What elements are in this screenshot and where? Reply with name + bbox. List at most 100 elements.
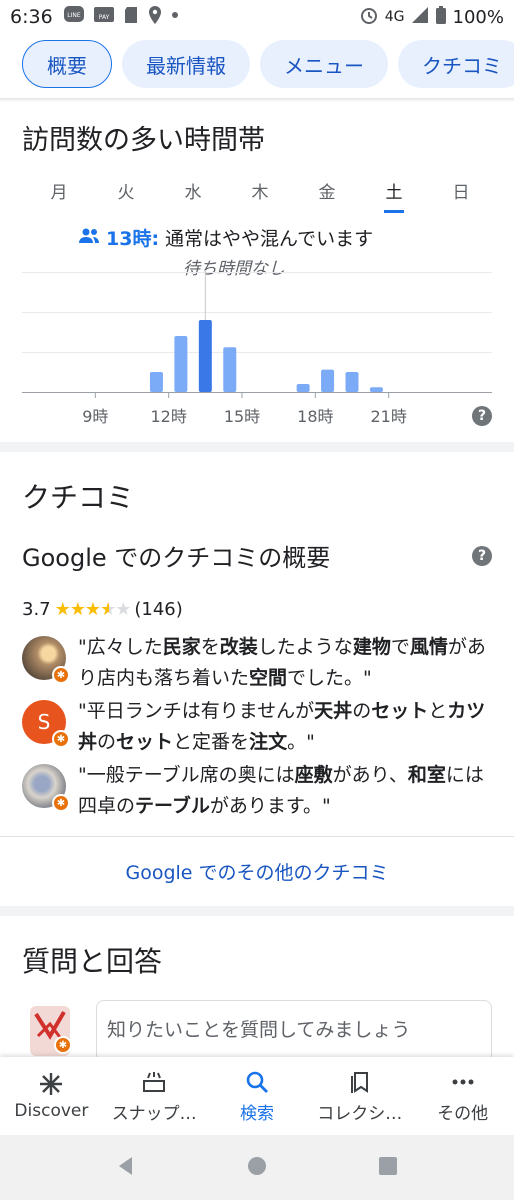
chart-tick-label: 18時: [297, 407, 333, 426]
day-sat[interactable]: 土: [379, 178, 409, 213]
nav-collections[interactable]: コレクシ…: [312, 1069, 408, 1124]
svg-text:LINE: LINE: [67, 12, 81, 19]
nav-label: その他: [437, 1103, 489, 1124]
live-busyness: 13時: 通常はやや混んでいます: [78, 224, 373, 251]
back-icon[interactable]: [115, 1155, 137, 1181]
popular-times-title: 訪問数の多い時間帯: [22, 125, 265, 156]
question-input[interactable]: 知りたいことを質問してみましょう: [96, 1000, 492, 1062]
qa-title: 質問と回答: [22, 945, 163, 978]
reviewer-avatar: ✱: [22, 764, 70, 812]
recents-icon[interactable]: [377, 1155, 399, 1181]
status-bar: 6:36 LINE PAY 4G 100%: [0, 0, 514, 34]
battery-level: 100%: [452, 6, 504, 28]
notification-icons: LINE PAY: [63, 5, 179, 30]
reviews-overview-title: Google でのクチコミの概要: [22, 544, 331, 572]
more-reviews-link[interactable]: Google でのその他のクチコミ: [0, 858, 514, 885]
location-icon: [147, 5, 163, 30]
chart-bar: [345, 372, 359, 392]
user-avatar: ✱: [30, 1006, 70, 1056]
star-half-icon: ★: [100, 599, 116, 620]
star-icon: ★: [69, 599, 86, 620]
star-empty-icon: ★: [115, 599, 131, 620]
rating-value: 3.7: [22, 599, 51, 620]
chart-bar: [174, 336, 188, 392]
section-tabs: 概要 最新情報 メニュー クチコミ: [0, 40, 514, 96]
day-mon[interactable]: 月: [44, 178, 74, 203]
chart-tick-label: 21時: [370, 407, 406, 426]
nav-search[interactable]: 検索: [209, 1069, 305, 1124]
section-divider-2: [0, 906, 514, 916]
day-wed[interactable]: 水: [178, 178, 208, 203]
local-guide-badge-icon: ✱: [52, 666, 70, 684]
review-count[interactable]: (146): [134, 599, 182, 620]
pay-icon: PAY: [93, 5, 115, 30]
snapshot-icon: [141, 1069, 167, 1097]
signal-icon: [411, 6, 429, 29]
review-snippet-2[interactable]: S ✱ "平日ランチは有りませんが天丼のセットとカツ丼のセットと定番を注文。": [22, 696, 502, 758]
avatar-initial: S: [37, 710, 51, 734]
day-fri[interactable]: 金: [312, 178, 342, 203]
chart-bar: [223, 347, 237, 392]
sd-card-icon: [123, 5, 139, 30]
review-snippet-3[interactable]: ✱ "一般テーブル席の奥には座敷があり、和室には四卓のテーブルがあります。": [22, 760, 502, 822]
reviewer-avatar: S ✱: [22, 700, 70, 748]
rating-summary: 3.7 ★★★★★ (146): [22, 599, 183, 620]
local-guide-badge-icon: ✱: [54, 1036, 70, 1054]
svg-text:PAY: PAY: [98, 14, 109, 21]
local-guide-badge-icon: ✱: [52, 730, 70, 748]
reviews-separator: [0, 836, 514, 837]
bookmark-icon: [347, 1069, 373, 1097]
asterisk-icon: [38, 1071, 64, 1099]
chart-tick-label: 12時: [150, 407, 186, 426]
more-dots-icon: [450, 1069, 476, 1097]
tabs-shadow: [0, 98, 514, 102]
clock: 6:36: [10, 6, 53, 28]
chart-bar: [198, 320, 212, 392]
tab-menu[interactable]: メニュー: [260, 40, 388, 88]
nav-label: 検索: [239, 1103, 274, 1124]
chart-bar: [321, 369, 335, 392]
review-text: "平日ランチは有りませんが天丼のセットとカツ丼のセットと定番を注文。": [78, 700, 486, 753]
star-icon: ★: [84, 599, 101, 620]
day-selector: 月 火 水 木 金 土 日: [22, 178, 492, 213]
day-thu[interactable]: 木: [245, 178, 275, 203]
people-icon: [78, 227, 100, 249]
section-divider-1: [0, 442, 514, 452]
reviews-help-icon[interactable]: ?: [472, 546, 492, 566]
live-status: 通常はやや混んでいます: [165, 228, 374, 250]
nav-snapshot[interactable]: スナップ…: [106, 1069, 202, 1124]
reviewer-avatar: ✱: [22, 636, 70, 684]
tab-reviews[interactable]: クチコミ: [398, 40, 514, 88]
alarm-icon: [359, 5, 379, 30]
nav-more[interactable]: その他: [415, 1069, 511, 1124]
star-icon: ★: [54, 599, 71, 620]
chart-bar: [149, 372, 163, 392]
local-guide-badge-icon: ✱: [52, 794, 70, 812]
nav-label: Discover: [14, 1101, 89, 1121]
chart-help-icon[interactable]: ?: [472, 406, 492, 426]
dot-icon: [171, 5, 179, 30]
review-text: "一般テーブル席の奥には座敷があり、和室には四卓のテーブルがあります。": [78, 764, 484, 817]
nav-label: スナップ…: [111, 1103, 197, 1124]
popular-times-chart: 9時 12時 15時 18時 21時: [22, 270, 492, 426]
battery-icon: [435, 5, 447, 30]
rating-stars: ★★★★★: [54, 599, 132, 620]
tab-updates[interactable]: 最新情報: [122, 40, 250, 88]
status-right: 4G 100%: [359, 5, 504, 30]
nav-label: コレクシ…: [317, 1103, 403, 1124]
review-snippet-1[interactable]: ✱ "広々した民家を改装したような建物で風情があり店内も落ち着いた空間でした。": [22, 632, 502, 694]
chart-bar: [296, 384, 310, 392]
bottom-navigation: Discover スナップ… 検索 コレクシ… その他: [0, 1057, 514, 1135]
home-icon[interactable]: [246, 1155, 268, 1181]
system-navigation-bar: [0, 1135, 514, 1200]
chart-bar: [369, 387, 383, 392]
chart-tick-label: 9時: [82, 407, 108, 426]
tab-overview[interactable]: 概要: [22, 40, 112, 88]
nav-discover[interactable]: Discover: [3, 1071, 99, 1121]
search-icon: [244, 1069, 270, 1097]
day-tue[interactable]: 火: [111, 178, 141, 203]
chart-tick-label: 15時: [224, 407, 260, 426]
day-sun[interactable]: 日: [446, 178, 476, 203]
line-icon: LINE: [63, 5, 85, 30]
network-type: 4G: [384, 9, 405, 25]
